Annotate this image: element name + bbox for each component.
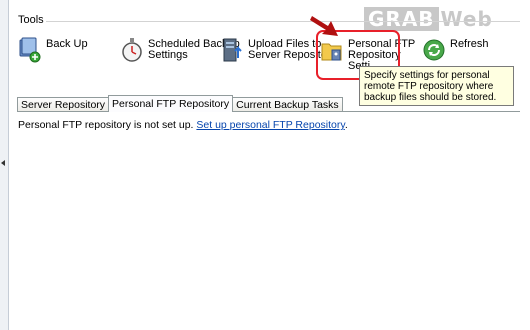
collapse-arrow-icon[interactable]: [1, 160, 5, 166]
back-up-button[interactable]: Back Up: [18, 36, 88, 64]
tab-strip: Server Repository Personal FTP Repositor…: [17, 95, 343, 112]
tab-baseline: [17, 111, 520, 112]
refresh-button[interactable]: Refresh: [422, 36, 489, 64]
status-suffix: .: [344, 119, 348, 131]
back-up-label: Back Up: [46, 38, 88, 50]
tools-divider: [46, 21, 520, 22]
refresh-icon: [423, 39, 445, 61]
tab-personal-ftp-repository[interactable]: Personal FTP Repository: [108, 95, 234, 112]
left-splitter[interactable]: [0, 0, 9, 330]
ftp-folder-icon: [321, 43, 342, 61]
backup-icon: [19, 37, 41, 63]
upload-files-button[interactable]: Upload Files to Server Repository: [220, 36, 336, 64]
tab-current-backup-tasks[interactable]: Current Backup Tasks: [232, 97, 343, 112]
pointer-arrow-icon: [310, 16, 338, 36]
tooltip: Specify settings for personal remote FTP…: [359, 66, 514, 106]
tools-section-title: Tools: [18, 14, 44, 26]
watermark-logo: GRAB Web: [364, 6, 520, 32]
refresh-label: Refresh: [450, 38, 489, 50]
status-text: Personal FTP repository is not set up.: [18, 119, 194, 131]
tab-server-repository[interactable]: Server Repository: [17, 97, 110, 112]
stopwatch-icon: [122, 38, 142, 62]
server-upload-icon: [223, 38, 242, 62]
setup-ftp-link[interactable]: Set up personal FTP Repository: [196, 119, 344, 131]
status-message: Personal FTP repository is not set up. S…: [18, 119, 348, 131]
